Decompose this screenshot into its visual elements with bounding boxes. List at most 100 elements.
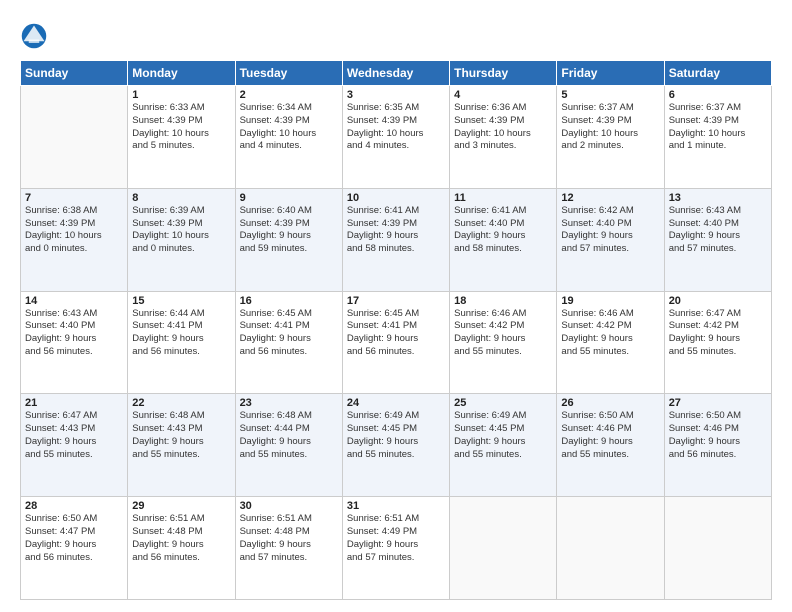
day-number: 11 bbox=[454, 192, 552, 204]
calendar-table: SundayMondayTuesdayWednesdayThursdayFrid… bbox=[20, 60, 772, 600]
day-number: 3 bbox=[347, 89, 445, 101]
calendar-cell: 13Sunrise: 6:43 AM Sunset: 4:40 PM Dayli… bbox=[664, 188, 771, 291]
day-info: Sunrise: 6:36 AM Sunset: 4:39 PM Dayligh… bbox=[454, 102, 552, 153]
day-info: Sunrise: 6:48 AM Sunset: 4:43 PM Dayligh… bbox=[132, 410, 230, 461]
day-info: Sunrise: 6:35 AM Sunset: 4:39 PM Dayligh… bbox=[347, 102, 445, 153]
day-number: 23 bbox=[240, 397, 338, 409]
calendar-cell: 31Sunrise: 6:51 AM Sunset: 4:49 PM Dayli… bbox=[342, 497, 449, 600]
day-info: Sunrise: 6:47 AM Sunset: 4:42 PM Dayligh… bbox=[669, 308, 767, 359]
calendar-cell bbox=[21, 86, 128, 189]
calendar-cell: 8Sunrise: 6:39 AM Sunset: 4:39 PM Daylig… bbox=[128, 188, 235, 291]
calendar-cell: 26Sunrise: 6:50 AM Sunset: 4:46 PM Dayli… bbox=[557, 394, 664, 497]
day-number: 10 bbox=[347, 192, 445, 204]
day-number: 15 bbox=[132, 295, 230, 307]
day-number: 1 bbox=[132, 89, 230, 101]
calendar-week-row: 28Sunrise: 6:50 AM Sunset: 4:47 PM Dayli… bbox=[21, 497, 772, 600]
day-number: 26 bbox=[561, 397, 659, 409]
day-number: 19 bbox=[561, 295, 659, 307]
day-info: Sunrise: 6:45 AM Sunset: 4:41 PM Dayligh… bbox=[240, 308, 338, 359]
day-number: 22 bbox=[132, 397, 230, 409]
day-number: 5 bbox=[561, 89, 659, 101]
calendar-cell: 27Sunrise: 6:50 AM Sunset: 4:46 PM Dayli… bbox=[664, 394, 771, 497]
day-info: Sunrise: 6:37 AM Sunset: 4:39 PM Dayligh… bbox=[669, 102, 767, 153]
day-number: 25 bbox=[454, 397, 552, 409]
day-info: Sunrise: 6:48 AM Sunset: 4:44 PM Dayligh… bbox=[240, 410, 338, 461]
day-info: Sunrise: 6:40 AM Sunset: 4:39 PM Dayligh… bbox=[240, 205, 338, 256]
day-number: 7 bbox=[25, 192, 123, 204]
calendar-cell: 16Sunrise: 6:45 AM Sunset: 4:41 PM Dayli… bbox=[235, 291, 342, 394]
day-info: Sunrise: 6:51 AM Sunset: 4:49 PM Dayligh… bbox=[347, 513, 445, 564]
day-info: Sunrise: 6:46 AM Sunset: 4:42 PM Dayligh… bbox=[454, 308, 552, 359]
day-number: 30 bbox=[240, 500, 338, 512]
day-info: Sunrise: 6:34 AM Sunset: 4:39 PM Dayligh… bbox=[240, 102, 338, 153]
day-number: 29 bbox=[132, 500, 230, 512]
day-info: Sunrise: 6:37 AM Sunset: 4:39 PM Dayligh… bbox=[561, 102, 659, 153]
day-number: 14 bbox=[25, 295, 123, 307]
calendar-cell: 14Sunrise: 6:43 AM Sunset: 4:40 PM Dayli… bbox=[21, 291, 128, 394]
calendar-cell: 25Sunrise: 6:49 AM Sunset: 4:45 PM Dayli… bbox=[450, 394, 557, 497]
weekday-header-friday: Friday bbox=[557, 61, 664, 86]
day-number: 17 bbox=[347, 295, 445, 307]
weekday-header-saturday: Saturday bbox=[664, 61, 771, 86]
day-number: 20 bbox=[669, 295, 767, 307]
day-info: Sunrise: 6:41 AM Sunset: 4:40 PM Dayligh… bbox=[454, 205, 552, 256]
day-number: 13 bbox=[669, 192, 767, 204]
day-info: Sunrise: 6:44 AM Sunset: 4:41 PM Dayligh… bbox=[132, 308, 230, 359]
calendar-cell: 2Sunrise: 6:34 AM Sunset: 4:39 PM Daylig… bbox=[235, 86, 342, 189]
day-info: Sunrise: 6:39 AM Sunset: 4:39 PM Dayligh… bbox=[132, 205, 230, 256]
calendar-cell bbox=[450, 497, 557, 600]
calendar-cell: 17Sunrise: 6:45 AM Sunset: 4:41 PM Dayli… bbox=[342, 291, 449, 394]
calendar-cell: 30Sunrise: 6:51 AM Sunset: 4:48 PM Dayli… bbox=[235, 497, 342, 600]
weekday-header-row: SundayMondayTuesdayWednesdayThursdayFrid… bbox=[21, 61, 772, 86]
day-info: Sunrise: 6:49 AM Sunset: 4:45 PM Dayligh… bbox=[347, 410, 445, 461]
calendar-week-row: 1Sunrise: 6:33 AM Sunset: 4:39 PM Daylig… bbox=[21, 86, 772, 189]
day-info: Sunrise: 6:43 AM Sunset: 4:40 PM Dayligh… bbox=[25, 308, 123, 359]
day-number: 24 bbox=[347, 397, 445, 409]
page: SundayMondayTuesdayWednesdayThursdayFrid… bbox=[0, 0, 792, 612]
calendar-cell: 10Sunrise: 6:41 AM Sunset: 4:39 PM Dayli… bbox=[342, 188, 449, 291]
calendar-cell bbox=[557, 497, 664, 600]
day-info: Sunrise: 6:43 AM Sunset: 4:40 PM Dayligh… bbox=[669, 205, 767, 256]
calendar-cell: 21Sunrise: 6:47 AM Sunset: 4:43 PM Dayli… bbox=[21, 394, 128, 497]
calendar-cell: 3Sunrise: 6:35 AM Sunset: 4:39 PM Daylig… bbox=[342, 86, 449, 189]
day-info: Sunrise: 6:45 AM Sunset: 4:41 PM Dayligh… bbox=[347, 308, 445, 359]
day-info: Sunrise: 6:50 AM Sunset: 4:46 PM Dayligh… bbox=[561, 410, 659, 461]
calendar-cell: 28Sunrise: 6:50 AM Sunset: 4:47 PM Dayli… bbox=[21, 497, 128, 600]
day-number: 18 bbox=[454, 295, 552, 307]
day-info: Sunrise: 6:46 AM Sunset: 4:42 PM Dayligh… bbox=[561, 308, 659, 359]
calendar-cell: 19Sunrise: 6:46 AM Sunset: 4:42 PM Dayli… bbox=[557, 291, 664, 394]
day-number: 8 bbox=[132, 192, 230, 204]
day-number: 6 bbox=[669, 89, 767, 101]
day-info: Sunrise: 6:38 AM Sunset: 4:39 PM Dayligh… bbox=[25, 205, 123, 256]
header bbox=[20, 18, 772, 50]
weekday-header-wednesday: Wednesday bbox=[342, 61, 449, 86]
day-number: 2 bbox=[240, 89, 338, 101]
day-info: Sunrise: 6:42 AM Sunset: 4:40 PM Dayligh… bbox=[561, 205, 659, 256]
calendar-cell: 12Sunrise: 6:42 AM Sunset: 4:40 PM Dayli… bbox=[557, 188, 664, 291]
day-info: Sunrise: 6:51 AM Sunset: 4:48 PM Dayligh… bbox=[240, 513, 338, 564]
weekday-header-thursday: Thursday bbox=[450, 61, 557, 86]
day-number: 21 bbox=[25, 397, 123, 409]
calendar-cell: 6Sunrise: 6:37 AM Sunset: 4:39 PM Daylig… bbox=[664, 86, 771, 189]
calendar-cell bbox=[664, 497, 771, 600]
calendar-cell: 22Sunrise: 6:48 AM Sunset: 4:43 PM Dayli… bbox=[128, 394, 235, 497]
day-info: Sunrise: 6:41 AM Sunset: 4:39 PM Dayligh… bbox=[347, 205, 445, 256]
calendar-cell: 15Sunrise: 6:44 AM Sunset: 4:41 PM Dayli… bbox=[128, 291, 235, 394]
day-info: Sunrise: 6:47 AM Sunset: 4:43 PM Dayligh… bbox=[25, 410, 123, 461]
calendar-cell: 9Sunrise: 6:40 AM Sunset: 4:39 PM Daylig… bbox=[235, 188, 342, 291]
day-number: 4 bbox=[454, 89, 552, 101]
day-number: 27 bbox=[669, 397, 767, 409]
calendar-cell: 5Sunrise: 6:37 AM Sunset: 4:39 PM Daylig… bbox=[557, 86, 664, 189]
day-info: Sunrise: 6:51 AM Sunset: 4:48 PM Dayligh… bbox=[132, 513, 230, 564]
calendar-cell: 11Sunrise: 6:41 AM Sunset: 4:40 PM Dayli… bbox=[450, 188, 557, 291]
calendar-cell: 20Sunrise: 6:47 AM Sunset: 4:42 PM Dayli… bbox=[664, 291, 771, 394]
calendar-cell: 29Sunrise: 6:51 AM Sunset: 4:48 PM Dayli… bbox=[128, 497, 235, 600]
calendar-week-row: 7Sunrise: 6:38 AM Sunset: 4:39 PM Daylig… bbox=[21, 188, 772, 291]
day-number: 16 bbox=[240, 295, 338, 307]
day-number: 9 bbox=[240, 192, 338, 204]
weekday-header-sunday: Sunday bbox=[21, 61, 128, 86]
weekday-header-tuesday: Tuesday bbox=[235, 61, 342, 86]
day-number: 31 bbox=[347, 500, 445, 512]
logo-icon bbox=[20, 22, 48, 50]
calendar-cell: 23Sunrise: 6:48 AM Sunset: 4:44 PM Dayli… bbox=[235, 394, 342, 497]
